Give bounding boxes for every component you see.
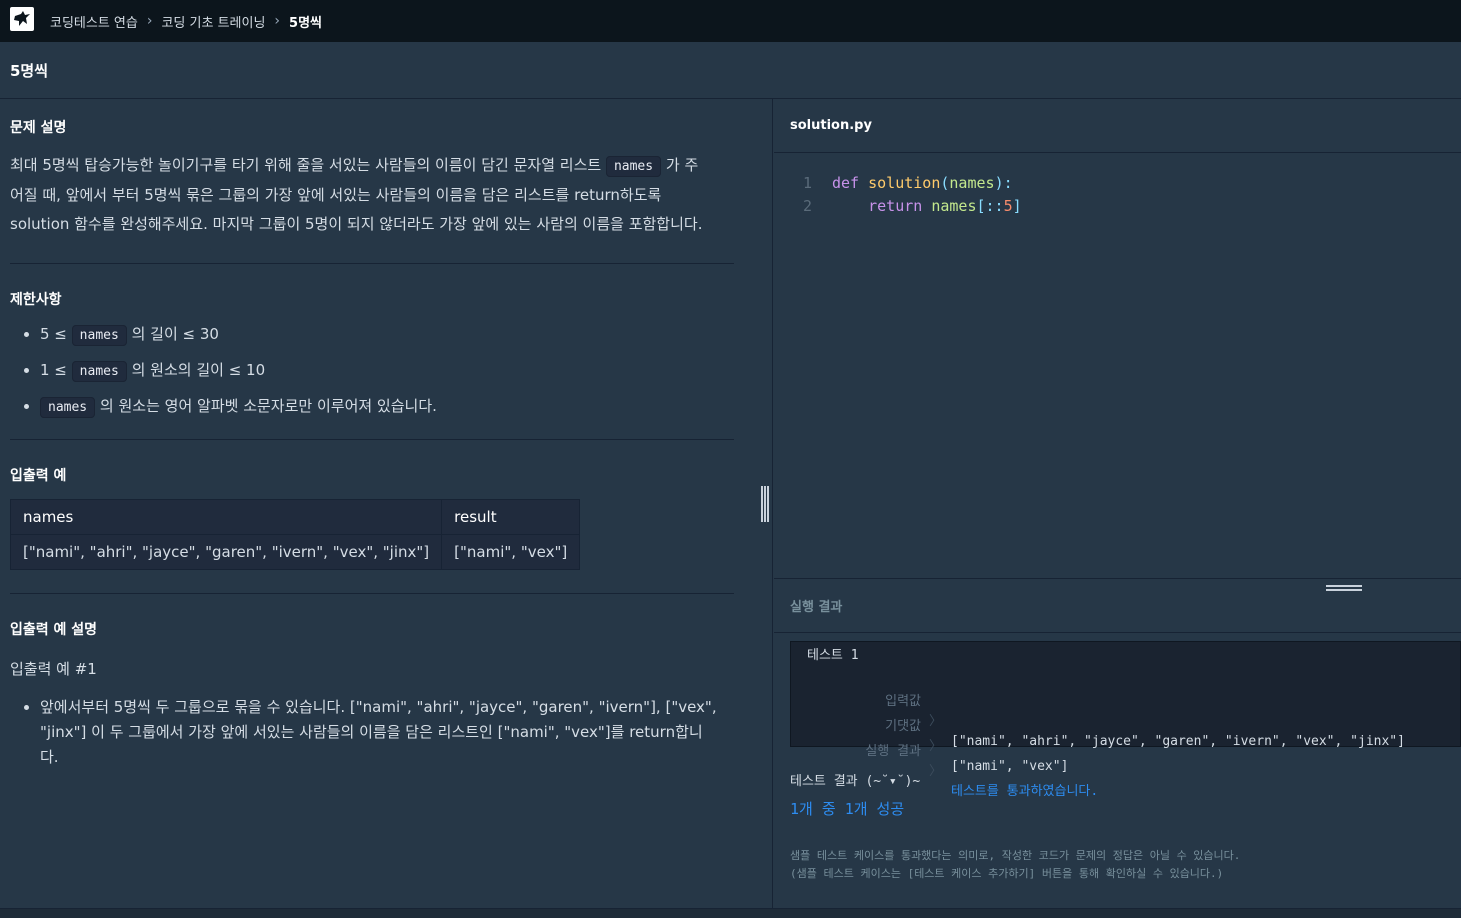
io-explain-sub: 입출력 예 #1 xyxy=(10,660,97,678)
table-row: ["nami", "ahri", "jayce", "garen", "iver… xyxy=(9,534,581,570)
breadcrumb-current: 5명씩 xyxy=(289,15,322,31)
note-line: 샘플 테스트 케이스를 통과했다는 의미로, 작성한 코드가 문제의 정답은 아… xyxy=(790,849,1241,862)
code-punct: ): xyxy=(994,174,1013,192)
code-punct: [:: xyxy=(976,197,1004,215)
explain-text: 다. xyxy=(40,748,59,766)
input-row: 입력값 〉 ["nami", "ahri", "jayce", "garen",… xyxy=(791,672,1461,749)
table-header-row: names result xyxy=(9,499,581,535)
chevron-right-icon: 〉 xyxy=(929,764,943,779)
breadcrumb-item-coding-test[interactable]: 코딩테스트 연습 xyxy=(50,12,138,31)
constraint-text: 의 길이 ≤ 30 xyxy=(131,325,219,343)
breadcrumb-item-basic-training[interactable]: 코딩 기초 트레이닝 xyxy=(161,12,265,31)
problem-description: 최대 5명씩 탑승가능한 놀이기구를 타기 위해 줄을 서있는 사람들의 이름이… xyxy=(10,151,734,239)
table-header-cell: result xyxy=(441,499,581,535)
code-param: names xyxy=(931,197,977,215)
divider xyxy=(10,593,734,594)
title-bar: 5명씩 xyxy=(0,42,1461,99)
table-cell: ["nami", "ahri", "jayce", "garen", "iver… xyxy=(9,534,443,570)
line-number: 2 xyxy=(802,197,812,215)
list-item: names 의 원소는 영어 알파벳 소문자로만 이루어져 있습니다. xyxy=(40,389,724,425)
code-function: solution xyxy=(868,174,941,192)
desc-text: 가 주 xyxy=(665,156,699,174)
code-keyword: def xyxy=(832,174,860,192)
chevron-right-icon: › xyxy=(146,13,153,29)
vertical-resize-icon[interactable] xyxy=(760,486,770,522)
list-item: 5 ≤ names 의 길이 ≤ 30 xyxy=(40,317,724,353)
constraint-text: 1 ≤ xyxy=(40,361,67,379)
divider xyxy=(10,263,734,264)
breadcrumb: 코딩테스트 연습 › 코딩 기초 트레이닝 › 5명씩 xyxy=(50,0,322,42)
logo-icon[interactable] xyxy=(10,7,34,31)
summary-label: 테스트 결과 (~˘▾˘)~ xyxy=(790,774,921,789)
test-title: 테스트 1 xyxy=(807,648,859,663)
run-result-label: 실행 결과 xyxy=(865,744,921,759)
io-example-table: names result ["nami", "ahri", "jayce", "… xyxy=(9,499,581,570)
editor-filename: solution.py xyxy=(790,118,872,133)
result-header: 실행 결과 xyxy=(774,579,1461,633)
code-number: 5 xyxy=(1003,197,1013,215)
test-case-box: 테스트 1 입력값 〉 ["nami", "ahri", "jayce", "g… xyxy=(790,641,1461,799)
code-punct: ] xyxy=(1012,197,1022,215)
constraint-text: 의 원소는 영어 알파벳 소문자로만 이루어져 있습니다. xyxy=(99,397,437,415)
list-item: 1 ≤ names 의 원소의 길이 ≤ 10 xyxy=(40,353,724,389)
result-heading: 실행 결과 xyxy=(790,600,843,615)
chevron-right-icon: › xyxy=(274,13,281,29)
note-line: (샘플 테스트 케이스는 [테스트 케이스 추가하기] 버튼을 통해 확인하실 … xyxy=(790,867,1224,880)
table-header-cell: names xyxy=(9,499,443,535)
constraints-list: 5 ≤ names 의 길이 ≤ 30 1 ≤ names 의 원소의 길이 ≤… xyxy=(0,317,724,425)
io-example-heading: 입출력 예 xyxy=(10,468,67,484)
code-keyword: return xyxy=(868,197,923,215)
table-cell: ["nami", "vex"] xyxy=(441,534,581,570)
summary-value: 1개 중 1개 성공 xyxy=(790,800,905,818)
result-panel: 실행 결과 테스트 1 입력값 〉 ["nami", "ahri", "jayc… xyxy=(774,578,1461,918)
divider xyxy=(10,439,734,440)
code-param: names xyxy=(949,174,995,192)
run-result-value: 테스트를 통과하였습니다. xyxy=(951,784,1099,799)
io-explain-heading: 입출력 예 설명 xyxy=(10,622,98,638)
code-editor[interactable]: 1 def solution(names): 2 return names[::5… xyxy=(774,153,1461,578)
problem-heading: 문제 설명 xyxy=(10,120,67,136)
inline-code: names xyxy=(40,397,96,418)
editor-header: solution.py xyxy=(774,99,1461,153)
code-line: 1 def solution(names): xyxy=(774,172,1013,195)
code-line: 2 return names[::5] xyxy=(774,195,1022,218)
line-number: 1 xyxy=(802,174,812,192)
top-navbar: 코딩테스트 연습 › 코딩 기초 트레이닝 › 5명씩 xyxy=(0,0,1461,42)
constraints-heading: 제한사항 xyxy=(10,292,62,308)
run-result-row: 실행 결과 〉 테스트를 통과하였습니다. xyxy=(791,722,1461,799)
editor-panel: solution.py 1 def solution(names): 2 retu… xyxy=(774,99,1461,917)
inline-code: names xyxy=(71,325,127,346)
problem-panel: 문제 설명 최대 5명씩 탑승가능한 놀이기구를 타기 위해 줄을 서있는 사람… xyxy=(0,99,773,917)
expected-row: 기댓값 〉 ["nami", "vex"] xyxy=(791,697,1461,774)
desc-text: 어질 때, 앞에서 부터 5명씩 묶은 그룹의 가장 앞에 서있는 사람들의 이… xyxy=(10,186,662,204)
desc-text: solution 함수를 완성해주세요. 마지막 그룹이 5명이 되지 않더라도… xyxy=(10,215,703,233)
explain-text: "jinx"] 이 두 그룹에서 가장 앞에 서있는 사람들의 이름을 담은 리… xyxy=(40,723,703,741)
desc-text: 최대 5명씩 탑승가능한 놀이기구를 타기 위해 줄을 서있는 사람들의 이름이… xyxy=(10,156,602,174)
io-explain-list: 앞에서부터 5명씩 두 그룹으로 묶을 수 있습니다. ["nami", "ah… xyxy=(0,695,724,770)
inline-code: names xyxy=(605,156,662,177)
expected-value: ["nami", "vex"] xyxy=(951,759,1069,774)
inline-code: names xyxy=(71,361,127,382)
page-title: 5명씩 xyxy=(10,61,49,80)
result-note: 샘플 테스트 케이스를 통과했다는 의미로, 작성한 코드가 문제의 정답은 아… xyxy=(790,847,1240,883)
explain-text: 앞에서부터 5명씩 두 그룹으로 묶을 수 있습니다. ["nami", "ah… xyxy=(40,698,717,716)
constraint-text: 5 ≤ xyxy=(40,325,67,343)
constraint-text: 의 원소의 길이 ≤ 10 xyxy=(131,361,266,379)
list-item: 앞에서부터 5명씩 두 그룹으로 묶을 수 있습니다. ["nami", "ah… xyxy=(40,695,724,770)
